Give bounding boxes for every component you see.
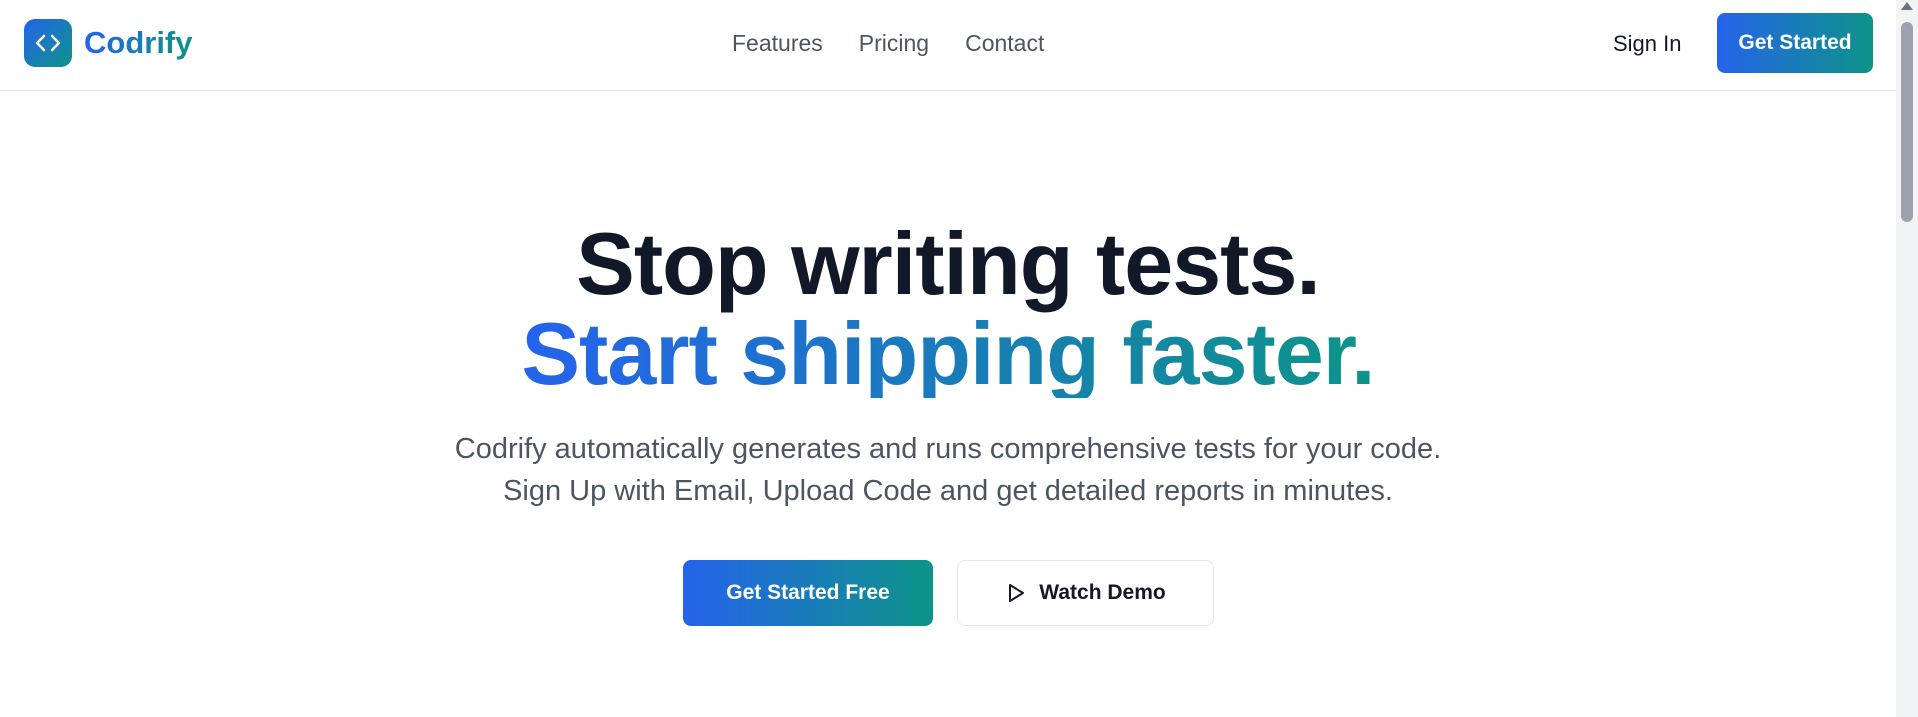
- hero-subtitle: Codrify automatically generates and runs…: [454, 433, 1442, 507]
- nav-link-features[interactable]: Features: [732, 30, 823, 57]
- watch-demo-button[interactable]: Watch Demo: [957, 560, 1214, 626]
- sign-in-link[interactable]: Sign In: [1613, 31, 1682, 57]
- brand-logo[interactable]: Codrify: [24, 19, 193, 67]
- page-scrollbar[interactable]: [1896, 0, 1918, 717]
- nav-link-contact[interactable]: Contact: [965, 30, 1044, 57]
- brand-name: Codrify: [84, 25, 193, 60]
- landing-page: Codrify Features Pricing Contact Sign In…: [0, 0, 1896, 717]
- scroll-up-arrow-icon[interactable]: [1901, 2, 1913, 10]
- hero-cta-row: Get Started Free Watch Demo: [0, 560, 1896, 626]
- main-nav: Features Pricing Contact: [732, 30, 1044, 57]
- play-icon: [1009, 584, 1025, 602]
- nav-link-pricing[interactable]: Pricing: [859, 30, 929, 57]
- code-brackets-icon: [24, 19, 72, 67]
- hero-title-line2: Start shipping faster.: [0, 310, 1896, 398]
- top-navbar: Codrify Features Pricing Contact Sign In…: [0, 0, 1896, 91]
- get-started-button[interactable]: Get Started: [1717, 13, 1873, 73]
- get-started-free-button[interactable]: Get Started Free: [683, 560, 933, 626]
- watch-demo-label: Watch Demo: [1039, 581, 1166, 604]
- hero-title-line1: Stop writing tests.: [576, 214, 1321, 313]
- hero-title-line2-text: Start shipping faster.: [521, 304, 1375, 403]
- scrollbar-thumb[interactable]: [1901, 22, 1913, 222]
